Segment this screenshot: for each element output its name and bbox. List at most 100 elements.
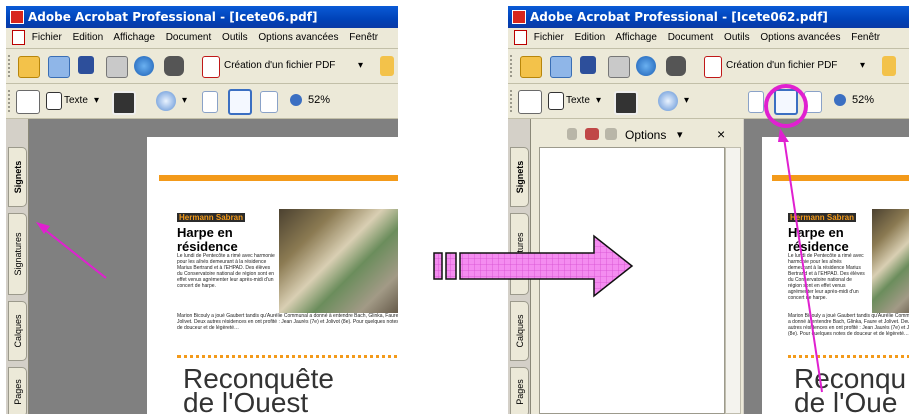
bookmarks-panel: Options ▾ × [531, 119, 743, 414]
left-window-title: Adobe Acrobat Professional - [Icete06.pd… [28, 10, 318, 24]
harp-photo [279, 209, 398, 313]
email-icon[interactable] [134, 56, 154, 76]
menu-edition[interactable]: Edition [73, 32, 104, 43]
nav-tab-pages[interactable]: Pages [510, 367, 529, 414]
chevron-down-icon[interactable]: ▾ [860, 60, 865, 71]
big-title-line2: de l'Ouest [183, 387, 309, 414]
left-title-bar: Adobe Acrobat Professional - [Icete06.pd… [6, 6, 398, 28]
zoom-in-icon[interactable] [156, 91, 176, 111]
bookmarks-scrollbar[interactable] [725, 147, 741, 414]
save-icon[interactable] [580, 56, 596, 74]
article-author: Hermann Sabran [177, 213, 246, 222]
right-file-toolbar: Création d'un fichier PDF ▾ [508, 49, 909, 84]
zoom-level[interactable]: 52% [852, 94, 874, 106]
toolbar-grip[interactable] [8, 55, 13, 77]
acrobat-app-icon [10, 10, 24, 24]
print-icon[interactable] [106, 56, 128, 78]
menu-outils[interactable]: Outils [724, 32, 750, 43]
big-title-line2: de l'Oue [794, 387, 898, 414]
menu-fenetre[interactable]: Fenêtr [851, 32, 880, 43]
actual-size-icon[interactable] [202, 91, 218, 113]
nav-tab-signets[interactable]: Signets [8, 147, 27, 207]
expand-icon[interactable] [605, 128, 617, 140]
right-acrobat-window: Adobe Acrobat Professional - [Icete062.p… [508, 6, 909, 414]
chevron-down-icon[interactable]: ▾ [677, 128, 683, 141]
hand-tool-icon[interactable] [518, 90, 542, 114]
article-body: Le lundi de Pentecôte a rimé avec harmon… [177, 253, 275, 289]
actual-size-icon[interactable] [748, 91, 764, 113]
article-column: Hermann Sabran Harpe en résidence Le lun… [788, 207, 868, 301]
chevron-down-icon[interactable]: ▾ [684, 95, 689, 106]
left-document-area[interactable]: Hermann Sabran Harpe en résidence Le lun… [29, 119, 398, 414]
dotted-rule [177, 355, 398, 361]
pdf-page: Hermann Sabran Harpe en résidence Le lun… [762, 137, 909, 414]
create-pdf-icon[interactable] [704, 56, 722, 78]
zoom-out-icon[interactable] [834, 94, 846, 106]
options-label[interactable]: Options [625, 128, 666, 142]
fit-width-icon[interactable] [804, 91, 822, 113]
organizer-icon[interactable] [48, 56, 70, 78]
new-bookmark-icon[interactable] [585, 128, 599, 140]
menu-affichage[interactable]: Affichage [615, 32, 657, 43]
orange-header-bar [772, 175, 909, 181]
right-document-area[interactable]: Hermann Sabran Harpe en résidence Le lun… [744, 119, 909, 414]
chevron-down-icon[interactable]: ▾ [596, 95, 601, 106]
create-pdf-label[interactable]: Création d'un fichier PDF [726, 60, 837, 71]
close-icon[interactable]: × [717, 126, 725, 142]
menu-fichier[interactable]: Fichier [534, 32, 564, 43]
zoom-level[interactable]: 52% [308, 94, 330, 106]
text-select-icon[interactable] [46, 92, 62, 110]
toolbar-grip[interactable] [510, 90, 515, 112]
open-folder-icon[interactable] [18, 56, 40, 78]
search-binoculars-icon[interactable] [164, 56, 184, 76]
left-file-toolbar: Création d'un fichier PDF ▾ [6, 49, 398, 84]
menu-edition[interactable]: Edition [575, 32, 606, 43]
left-tools-toolbar: Texte ▾ ▾ 52% [6, 84, 398, 119]
snapshot-tool-icon[interactable] [112, 91, 136, 115]
chevron-down-icon[interactable]: ▾ [182, 95, 187, 106]
text-tool-label[interactable]: Texte [64, 95, 88, 106]
toolbar-grip[interactable] [510, 55, 515, 77]
document-icon [12, 29, 25, 45]
nav-tab-signets[interactable]: Signets [510, 147, 529, 207]
open-folder-icon[interactable] [520, 56, 542, 78]
nav-tab-signatures[interactable]: Signatures [510, 213, 529, 295]
text-select-icon[interactable] [548, 92, 564, 110]
nav-tab-calques[interactable]: Calques [8, 301, 27, 361]
menu-fenetre[interactable]: Fenêtr [349, 32, 378, 43]
toolbar-grip[interactable] [8, 90, 13, 112]
hand-tool-icon[interactable] [16, 90, 40, 114]
delete-icon[interactable] [567, 128, 577, 140]
snapshot-tool-icon[interactable] [614, 91, 638, 115]
menu-document[interactable]: Document [166, 32, 212, 43]
create-pdf-icon[interactable] [202, 56, 220, 78]
nav-tab-pages[interactable]: Pages [8, 367, 27, 414]
create-pdf-extra-icon[interactable] [380, 56, 394, 76]
menu-outils[interactable]: Outils [222, 32, 248, 43]
zoom-out-icon[interactable] [290, 94, 302, 106]
nav-tab-calques[interactable]: Calques [510, 301, 529, 361]
print-icon[interactable] [608, 56, 630, 78]
email-icon[interactable] [636, 56, 656, 76]
search-binoculars-icon[interactable] [666, 56, 686, 76]
nav-tab-signatures[interactable]: Signatures [8, 213, 27, 295]
organizer-icon[interactable] [550, 56, 572, 78]
harp-photo [872, 209, 909, 313]
chevron-down-icon[interactable]: ▾ [358, 60, 363, 71]
save-icon[interactable] [78, 56, 94, 74]
bookmarks-list[interactable] [539, 147, 725, 414]
fit-page-icon[interactable] [228, 89, 252, 115]
text-tool-label[interactable]: Texte [566, 95, 590, 106]
menu-document[interactable]: Document [668, 32, 714, 43]
create-pdf-label[interactable]: Création d'un fichier PDF [224, 60, 335, 71]
fit-width-icon[interactable] [260, 91, 278, 113]
article-headline-1: Harpe en [177, 225, 233, 240]
create-pdf-extra-icon[interactable] [882, 56, 896, 76]
menu-fichier[interactable]: Fichier [32, 32, 62, 43]
menu-options-avancees[interactable]: Options avancées [760, 32, 840, 43]
chevron-down-icon[interactable]: ▾ [94, 95, 99, 106]
fit-page-icon[interactable] [774, 89, 798, 115]
menu-options-avancees[interactable]: Options avancées [258, 32, 338, 43]
zoom-in-icon[interactable] [658, 91, 678, 111]
menu-affichage[interactable]: Affichage [113, 32, 155, 43]
